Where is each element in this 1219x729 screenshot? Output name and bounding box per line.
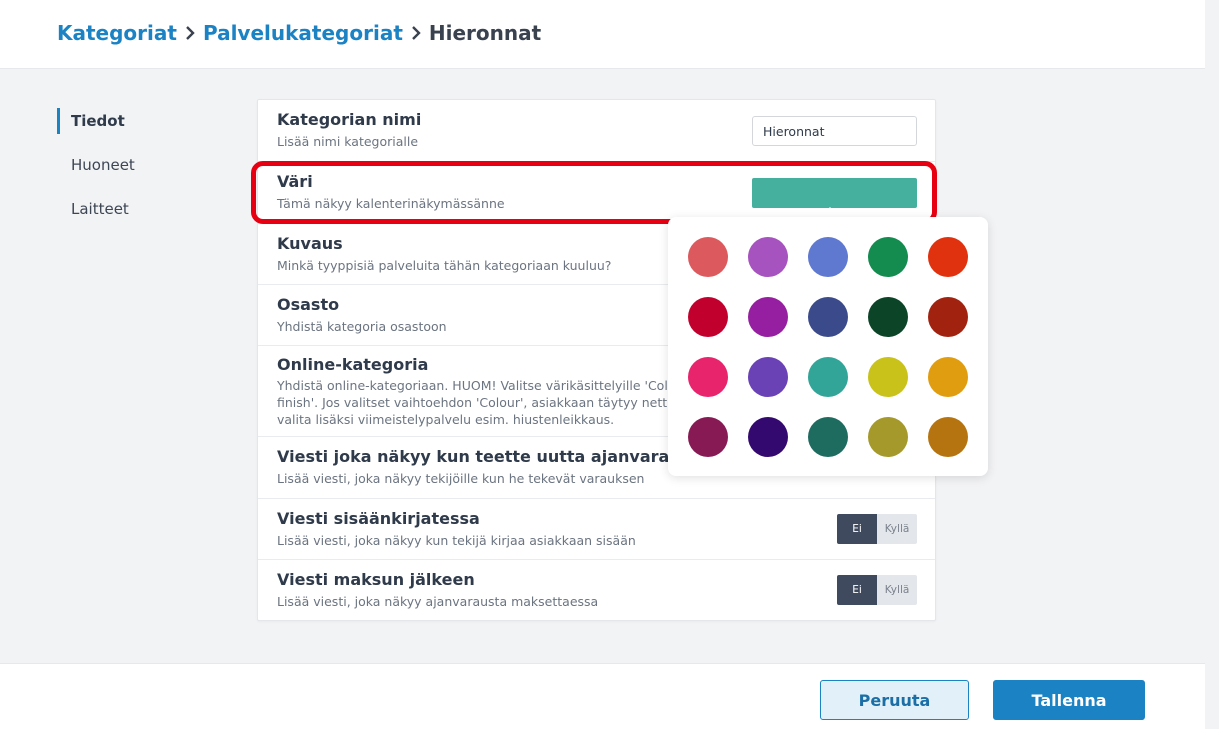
color-option[interactable] [748,417,788,457]
color-option[interactable] [688,237,728,277]
color-option[interactable] [688,417,728,457]
category-name-input[interactable] [752,116,917,146]
sidebar-item-huoneet[interactable]: Huoneet [57,152,237,178]
color-option[interactable] [808,297,848,337]
toggle-option-ei[interactable]: Ei [837,575,877,605]
color-option[interactable] [808,237,848,277]
color-option[interactable] [868,297,908,337]
color-option[interactable] [928,357,968,397]
color-option[interactable] [748,297,788,337]
row-description: Lisää viesti, joka näkyy tekijöille kun … [277,471,645,486]
row-description-line: valita lisäksi viimeistelypalvelu esim. … [277,412,615,427]
sidebar-item-laitteet[interactable]: Laitteet [57,196,237,222]
color-picker-popover [668,217,988,476]
page-footer: Peruuta Tallenna [0,663,1205,729]
row-title: Kuvaus [277,234,343,253]
row-title: Viesti sisäänkirjatessa [277,509,480,528]
row-title: Osasto [277,295,340,314]
save-button[interactable]: Tallenna [993,680,1145,720]
form-row-payment-message: Viesti maksun jälkeen Lisää viesti, joka… [258,560,935,622]
row-description-line: finish'. Jos valitset vaihtoehdon 'Colou… [277,395,698,410]
color-option[interactable] [928,417,968,457]
form-row-name: Kategorian nimi Lisää nimi kategorialle [258,100,935,162]
payment-message-toggle: Ei Kyllä [837,575,917,605]
color-option[interactable] [868,417,908,457]
color-option[interactable] [748,357,788,397]
color-option[interactable] [808,417,848,457]
cancel-button[interactable]: Peruuta [820,680,969,720]
form-row-checkin-message: Viesti sisäänkirjatessa Lisää viesti, jo… [258,499,935,560]
row-description: Lisää viesti, joka näkyy kun tekijä kirj… [277,533,636,548]
chevron-right-icon [403,20,429,46]
color-option[interactable] [748,237,788,277]
page-header: Kategoriat Palvelukategoriat Hieronnat [0,0,1205,69]
color-option[interactable] [868,357,908,397]
row-description: Lisää viesti, joka näkyy ajanvarausta ma… [277,594,599,609]
color-option[interactable] [688,297,728,337]
color-option[interactable] [688,357,728,397]
breadcrumb-current: Hieronnat [428,21,542,45]
sidebar-nav: Tiedot Huoneet Laitteet [57,108,237,240]
breadcrumb-link-palvelukategoriat[interactable]: Palvelukategoriat [203,21,403,45]
row-description-line: Yhdistä online-kategoriaan. HUOM! Valits… [277,378,689,393]
sidebar-item-tiedot[interactable]: Tiedot [57,108,237,134]
breadcrumb: Kategoriat Palvelukategoriat Hieronnat [57,20,541,46]
toggle-option-kylla[interactable]: Kyllä [877,514,917,544]
checkin-message-toggle: Ei Kyllä [837,514,917,544]
color-option[interactable] [928,297,968,337]
color-option[interactable] [808,357,848,397]
row-title: Kategorian nimi [277,110,422,129]
row-description: Lisää nimi kategorialle [277,134,419,149]
toggle-option-ei[interactable]: Ei [837,514,877,544]
row-description: Yhdistä kategoria osastoon [277,319,447,334]
color-option[interactable] [868,237,908,277]
toggle-option-kylla[interactable]: Kyllä [877,575,917,605]
row-title: Viesti joka näkyy kun teette uutta ajanv… [277,447,709,466]
color-option[interactable] [928,237,968,277]
row-title: Viesti maksun jälkeen [277,570,475,589]
chevron-right-icon [177,20,203,46]
popover-arrow [820,207,840,217]
breadcrumb-link-kategoriat[interactable]: Kategoriat [57,21,177,45]
row-description: Minkä tyyppisiä palveluita tähän kategor… [277,258,612,273]
row-title: Online-kategoria [277,355,429,374]
